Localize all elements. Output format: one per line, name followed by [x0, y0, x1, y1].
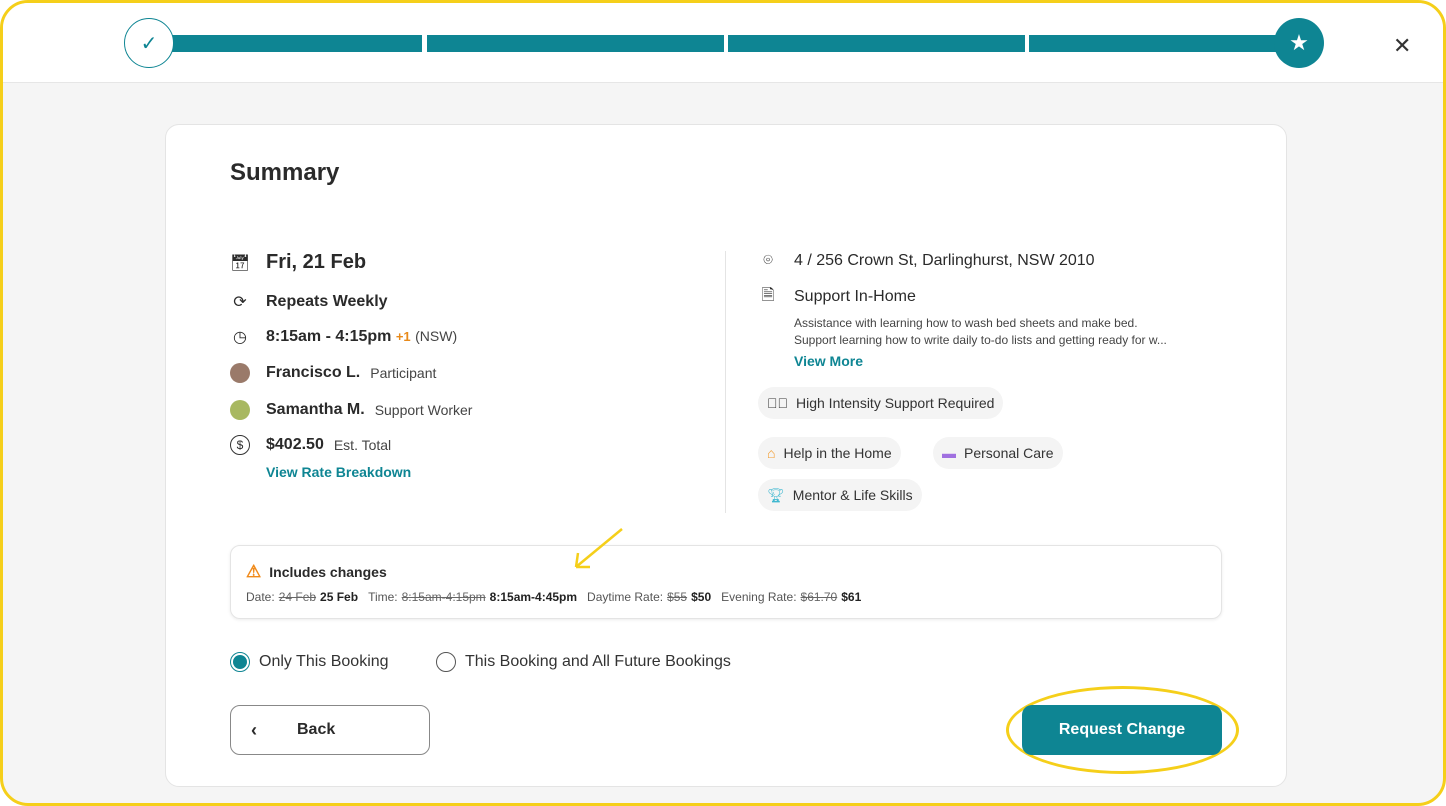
- back-label: Back: [297, 721, 336, 738]
- service-row: 🗎︎ Support In-Home: [758, 287, 916, 307]
- high-intensity-chip: ✓⃝ High Intensity Support Required: [758, 387, 1004, 419]
- check-step-icon: ✓: [124, 18, 174, 68]
- star-step-icon: ★: [1274, 18, 1324, 68]
- label: Time:: [368, 590, 398, 604]
- divider: [725, 251, 726, 513]
- chip-label: Personal Care: [964, 445, 1054, 461]
- radio-label: Only This Booking: [259, 653, 389, 670]
- desc-line-2: Support learning how to write daily to-d…: [794, 333, 1167, 347]
- back-button[interactable]: ‹ Back: [230, 705, 430, 755]
- repeat-icon: ⟳: [233, 294, 247, 311]
- document-icon: 🗎︎: [761, 286, 775, 304]
- worker-role: Support Worker: [374, 402, 473, 418]
- calendar-icon: 📅︎: [229, 254, 251, 272]
- check-circle-icon: ✓⃝: [767, 395, 788, 411]
- participant-avatar: [230, 363, 250, 383]
- label: Evening Rate:: [721, 590, 797, 604]
- location-pin-icon: ⌾: [763, 252, 773, 269]
- worker-row: Samantha M. Support Worker: [230, 400, 472, 420]
- new-value: $50: [691, 590, 712, 604]
- changes-details: Date: 24 Feb 25 Feb Time: 8:15am-4:15pm 8:15…: [246, 590, 867, 604]
- date-row: 📅︎ Fri, 21 Feb: [230, 251, 366, 274]
- desc-line-1: Assistance with learning how to wash bed…: [794, 316, 1138, 330]
- trophy-icon: 🏆︎: [767, 486, 785, 503]
- radio-all-future-bookings[interactable]: This Booking and All Future Bookings: [436, 652, 731, 672]
- radio-only-this-booking[interactable]: Only This Booking: [230, 652, 389, 672]
- repeat-text: Repeats Weekly: [266, 293, 388, 310]
- repeat-row: ⟳ Repeats Weekly: [230, 292, 388, 312]
- total-row: $ $402.50 Est. Total: [230, 435, 391, 455]
- page-title: Summary: [230, 159, 340, 186]
- new-value: 8:15am-4:45pm: [489, 590, 578, 604]
- timezone: (NSW): [415, 328, 458, 344]
- new-value: 25 Feb: [320, 590, 359, 604]
- address-row: ⌾ 4 / 256 Crown St, Darlinghurst, NSW 201…: [758, 251, 1095, 271]
- progress-segment-2: [427, 35, 724, 52]
- dollar-icon: $: [230, 435, 250, 455]
- request-change-button[interactable]: Request Change: [1022, 705, 1222, 755]
- old-value: $61.70: [800, 590, 838, 604]
- view-more-link[interactable]: View More: [794, 353, 863, 369]
- progress-header: ✓ ★ ✕: [3, 3, 1443, 83]
- old-value: $55: [667, 590, 688, 604]
- time-row: ◷ 8:15am - 4:15pm +1 (NSW): [230, 327, 457, 347]
- chip-label: High Intensity Support Required: [796, 395, 995, 411]
- participant-role: Participant: [370, 365, 437, 381]
- bathtub-icon: ▬: [942, 445, 956, 461]
- tag-mentor-life-skills: 🏆︎ Mentor & Life Skills: [758, 479, 922, 511]
- service-description: Assistance with learning how to wash bed…: [794, 315, 1167, 349]
- time-text: 8:15am - 4:15pm: [266, 328, 392, 345]
- progress-segment-1: [171, 35, 422, 52]
- service-text: Support In-Home: [794, 288, 916, 305]
- radio-button[interactable]: [230, 652, 250, 672]
- clock-icon: ◷: [233, 329, 247, 346]
- worker-avatar: [230, 400, 250, 420]
- annotation-arrow: [574, 528, 623, 569]
- old-value: 24 Feb: [278, 590, 317, 604]
- app-frame: ✓ ★ ✕ Summary 📅︎ Fri, 21 Feb ⟳ Repeats Wee…: [0, 0, 1446, 806]
- date-text: Fri, 21 Feb: [266, 251, 367, 273]
- view-rate-breakdown-link[interactable]: View Rate Breakdown: [266, 464, 411, 480]
- close-icon[interactable]: ✕: [1393, 33, 1411, 59]
- day-offset: +1: [395, 329, 411, 344]
- total-amount: $402.50: [266, 436, 324, 453]
- label: Daytime Rate:: [587, 590, 664, 604]
- address-text: 4 / 256 Crown St, Darlinghurst, NSW 2010: [794, 252, 1095, 269]
- warning-icon: ⚠: [246, 562, 262, 581]
- chip-label: Mentor & Life Skills: [792, 487, 913, 503]
- participant-name: Francisco L.: [266, 364, 361, 381]
- radio-label: This Booking and All Future Bookings: [465, 653, 731, 670]
- changes-title: Includes changes: [269, 564, 387, 580]
- progress-segment-3: [728, 35, 1025, 52]
- progress-segment-4: [1029, 35, 1289, 52]
- summary-card: Summary 📅︎ Fri, 21 Feb ⟳ Repeats Weekly ◷ 8…: [165, 124, 1287, 787]
- radio-button[interactable]: [436, 652, 456, 672]
- old-value: 8:15am-4:15pm: [401, 590, 486, 604]
- changes-box: ⚠ Includes changes Date: 24 Feb 25 Feb Time…: [230, 545, 1222, 619]
- new-value: $61: [841, 590, 862, 604]
- total-label: Est. Total: [333, 437, 392, 453]
- chevron-left-icon: ‹: [251, 719, 257, 740]
- worker-name: Samantha M.: [266, 401, 365, 418]
- label: Date:: [246, 590, 275, 604]
- chip-label: Help in the Home: [783, 445, 892, 461]
- house-icon: ⌂: [767, 445, 776, 461]
- tag-personal-care: ▬ Personal Care: [933, 437, 1063, 469]
- tag-help-in-home: ⌂ Help in the Home: [758, 437, 901, 469]
- participant-row: Francisco L. Participant: [230, 363, 436, 383]
